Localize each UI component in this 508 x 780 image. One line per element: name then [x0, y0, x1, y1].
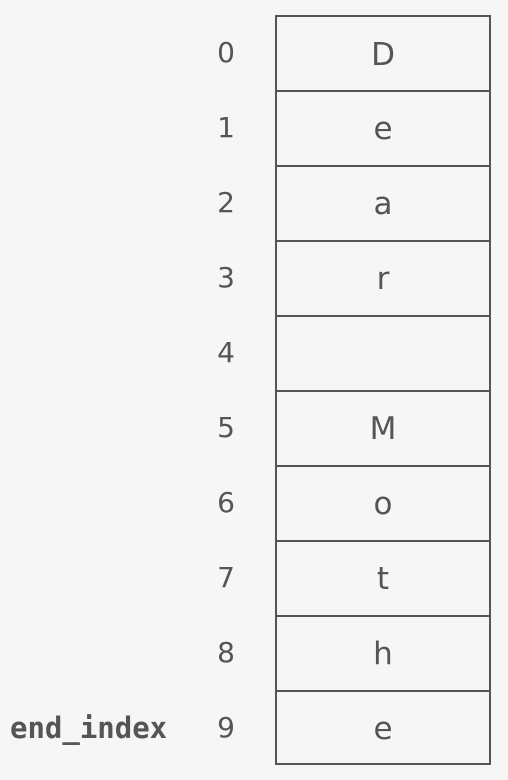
- array-cells: D e a r M o t h e: [275, 15, 491, 765]
- array-cell-4: [277, 315, 489, 390]
- array-cell-9: e: [277, 690, 489, 765]
- array-cell-5: M: [277, 390, 489, 465]
- array-cell-3: r: [277, 240, 489, 315]
- array-cell-6: o: [277, 465, 489, 540]
- index-label: 4: [217, 336, 235, 369]
- index-label: 5: [217, 411, 235, 444]
- index-label: 3: [217, 261, 235, 294]
- index-label: 9: [217, 711, 235, 744]
- array-cell-0: D: [371, 36, 395, 73]
- index-label: 2: [217, 186, 235, 219]
- index-label: 8: [217, 636, 235, 669]
- index-label: 7: [217, 561, 235, 594]
- array-cell-7: t: [277, 540, 489, 615]
- index-label: 0: [217, 36, 235, 69]
- array-cell-8: h: [277, 615, 489, 690]
- array-cell-1: e: [277, 90, 489, 165]
- array-diagram: 0 1 2 3 4 5 6 7 8 9 end_index D e a r M …: [0, 0, 508, 780]
- end-index-pointer-label: end_index: [10, 710, 168, 745]
- index-label: 1: [217, 111, 235, 144]
- index-label: 6: [217, 486, 235, 519]
- array-cell-2: a: [277, 165, 489, 240]
